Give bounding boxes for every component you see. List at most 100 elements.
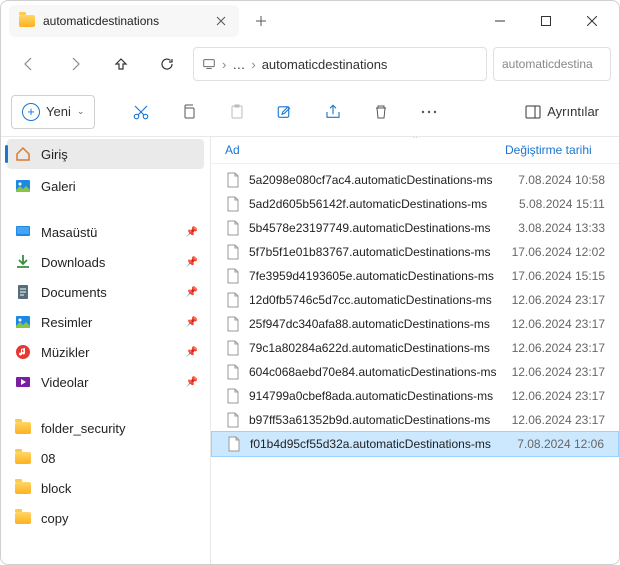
breadcrumb-current[interactable]: automaticdestinations: [262, 57, 388, 72]
sidebar-item-desktop[interactable]: Masaüstü 📌: [1, 217, 210, 247]
file-name: b97ff53a61352b9d.automaticDestinations-m…: [249, 413, 504, 427]
desktop-icon: [15, 224, 31, 240]
file-icon: [225, 388, 241, 404]
file-row[interactable]: 5f7b5f1e01b83767.automaticDestinations-m…: [211, 240, 619, 264]
ellipsis-icon[interactable]: …: [232, 57, 245, 72]
file-name: 7fe3959d4193605e.automaticDestinations-m…: [249, 269, 504, 283]
file-date: 12.06.2024 23:17: [512, 341, 605, 355]
sidebar-item-downloads[interactable]: Downloads 📌: [1, 247, 210, 277]
close-window-button[interactable]: [569, 5, 615, 37]
file-row[interactable]: 5a2098e080cf7ac4.automaticDestinations-m…: [211, 168, 619, 192]
chevron-right-icon: ›: [251, 57, 255, 72]
sidebar-item-videos[interactable]: Videolar 📌: [1, 367, 210, 397]
file-row[interactable]: 5b4578e23197749.automaticDestinations-ms…: [211, 216, 619, 240]
sidebar-item-pictures[interactable]: Resimler 📌: [1, 307, 210, 337]
file-date: 12.06.2024 23:17: [512, 365, 605, 379]
file-icon: [225, 196, 241, 212]
file-icon: [225, 364, 241, 380]
file-row[interactable]: f01b4d95cf55d32a.automaticDestinations-m…: [211, 431, 619, 457]
file-name: 25f947dc340afa88.automaticDestinations-m…: [249, 317, 504, 331]
folder-icon: [19, 13, 35, 29]
rename-button[interactable]: [265, 94, 305, 130]
file-name: 79c1a80284a622d.automaticDestinations-ms: [249, 341, 504, 355]
videos-icon: [15, 374, 31, 390]
paste-button[interactable]: [217, 94, 257, 130]
file-name: 604c068aebd70e84.automaticDestinations-m…: [249, 365, 504, 379]
close-tab-button[interactable]: [213, 13, 229, 29]
cut-button[interactable]: [121, 94, 161, 130]
file-row[interactable]: 7fe3959d4193605e.automaticDestinations-m…: [211, 264, 619, 288]
new-button[interactable]: + Yeni ⌄: [11, 95, 95, 129]
sidebar-item-folder[interactable]: copy: [1, 503, 210, 533]
file-date: 12.06.2024 23:17: [512, 413, 605, 427]
toolbar: + Yeni ⌄ Ayrıntılar: [1, 87, 619, 137]
minimize-button[interactable]: [477, 5, 523, 37]
file-row[interactable]: 5ad2d605b56142f.automaticDestinations-ms…: [211, 192, 619, 216]
folder-icon: [15, 420, 31, 436]
pin-icon: 📌: [186, 377, 198, 388]
file-date: 17.06.2024 12:02: [512, 245, 605, 259]
pin-icon: 📌: [186, 287, 198, 298]
file-date: 7.08.2024 10:58: [518, 173, 605, 187]
active-tab[interactable]: automaticdestinations: [9, 5, 239, 37]
file-row[interactable]: 12d0fb5746c5d7cc.automaticDestinations-m…: [211, 288, 619, 312]
file-row[interactable]: 604c068aebd70e84.automaticDestinations-m…: [211, 360, 619, 384]
file-name: f01b4d95cf55d32a.automaticDestinations-m…: [250, 437, 509, 451]
sidebar-item-folder[interactable]: 08: [1, 443, 210, 473]
file-row[interactable]: b97ff53a61352b9d.automaticDestinations-m…: [211, 408, 619, 432]
tab-title: automaticdestinations: [43, 14, 205, 28]
breadcrumb[interactable]: › … › automaticdestinations: [193, 47, 487, 81]
folder-icon: [15, 450, 31, 466]
panel-icon: [525, 104, 541, 120]
chevron-right-icon: ›: [222, 57, 226, 72]
documents-icon: [15, 284, 31, 300]
back-button[interactable]: [9, 46, 49, 82]
pin-icon: 📌: [186, 227, 198, 238]
refresh-button[interactable]: [147, 46, 187, 82]
sort-indicator-icon: ⌃: [411, 137, 419, 145]
details-button[interactable]: Ayrıntılar: [515, 100, 609, 124]
sidebar-item-folder[interactable]: block: [1, 473, 210, 503]
pictures-icon: [15, 314, 31, 330]
file-icon: [225, 316, 241, 332]
column-name[interactable]: Ad: [225, 143, 505, 157]
plus-icon: +: [22, 103, 40, 121]
file-icon: [225, 340, 241, 356]
search-input[interactable]: automaticdestina: [493, 47, 611, 81]
downloads-icon: [15, 254, 31, 270]
file-pane: ⌃ Ad Değiştirme tarihi 5a2098e080cf7ac4.…: [211, 137, 619, 564]
folder-icon: [15, 510, 31, 526]
sidebar-item-music[interactable]: Müzikler 📌: [1, 337, 210, 367]
copy-button[interactable]: [169, 94, 209, 130]
pin-icon: 📌: [186, 347, 198, 358]
up-button[interactable]: [101, 46, 141, 82]
file-icon: [225, 412, 241, 428]
titlebar: automaticdestinations: [1, 1, 619, 41]
file-row[interactable]: 914799a0cbef8ada.automaticDestinations-m…: [211, 384, 619, 408]
file-date: 5.08.2024 15:11: [519, 197, 605, 211]
file-row[interactable]: 25f947dc340afa88.automaticDestinations-m…: [211, 312, 619, 336]
sidebar-item-gallery[interactable]: Galeri: [1, 171, 210, 201]
more-button[interactable]: [409, 94, 449, 130]
share-button[interactable]: [313, 94, 353, 130]
sidebar-item-folder[interactable]: folder_security: [1, 413, 210, 443]
forward-button[interactable]: [55, 46, 95, 82]
file-date: 12.06.2024 23:17: [512, 317, 605, 331]
file-date: 12.06.2024 23:17: [512, 389, 605, 403]
new-tab-button[interactable]: [245, 5, 277, 37]
sidebar-item-documents[interactable]: Documents 📌: [1, 277, 210, 307]
column-headers: ⌃ Ad Değiştirme tarihi: [211, 137, 619, 164]
file-icon: [225, 292, 241, 308]
file-icon: [225, 172, 241, 188]
file-name: 5f7b5f1e01b83767.automaticDestinations-m…: [249, 245, 504, 259]
file-row[interactable]: 79c1a80284a622d.automaticDestinations-ms…: [211, 336, 619, 360]
sidebar-item-home[interactable]: Giriş: [7, 139, 204, 169]
delete-button[interactable]: [361, 94, 401, 130]
file-date: 7.08.2024 12:06: [517, 437, 604, 451]
maximize-button[interactable]: [523, 5, 569, 37]
file-icon: [225, 244, 241, 260]
pc-icon: [202, 57, 216, 71]
column-date[interactable]: Değiştirme tarihi: [505, 143, 605, 157]
file-icon: [226, 436, 242, 452]
file-name: 5ad2d605b56142f.automaticDestinations-ms: [249, 197, 511, 211]
